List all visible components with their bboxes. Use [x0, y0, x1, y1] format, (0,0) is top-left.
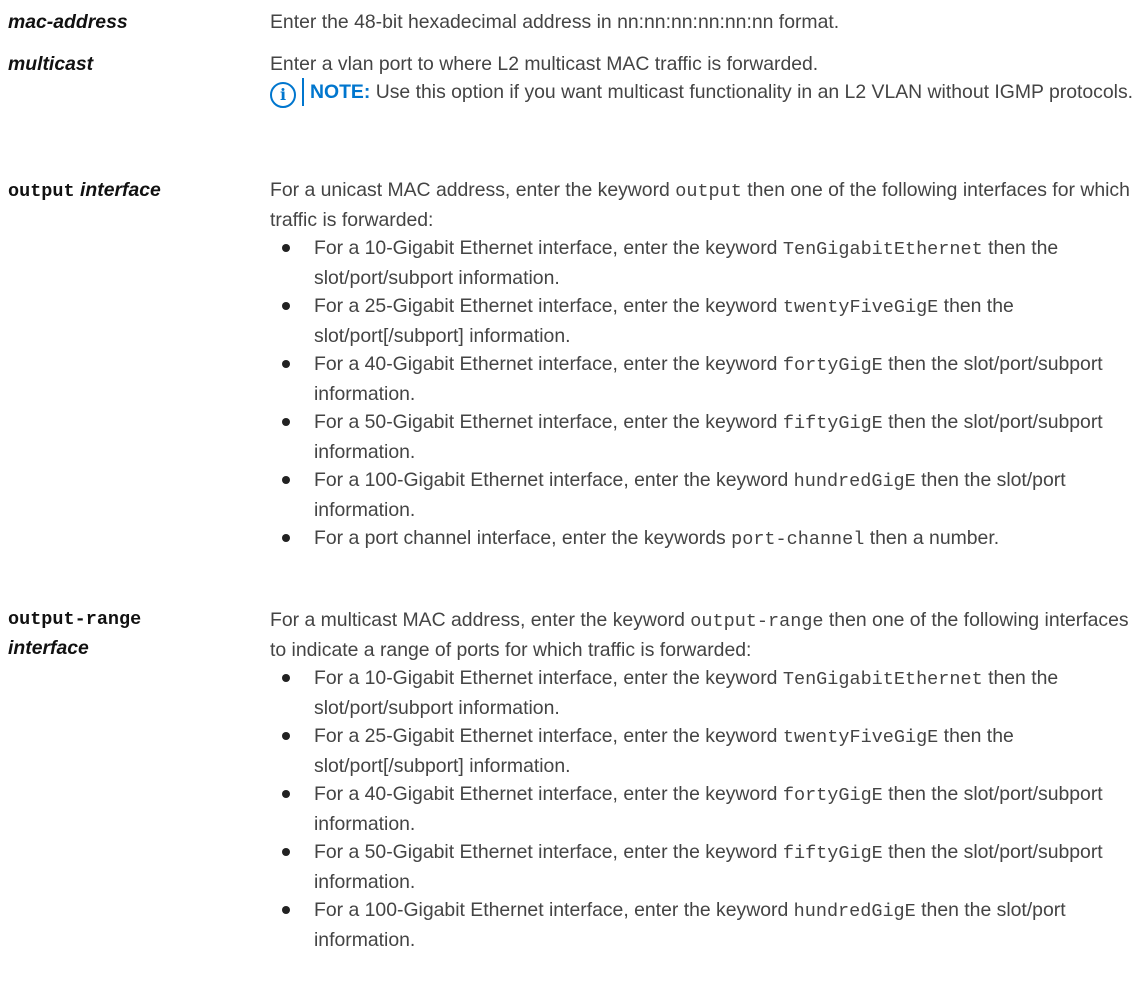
param-name: mac-address — [8, 11, 128, 33]
intro-text: For a multicast MAC address, enter the k… — [270, 609, 691, 631]
param-keyword: output-range — [8, 609, 142, 630]
param-term: multicast — [8, 50, 270, 108]
list-item: For a 50-Gigabit Ethernet interface, ent… — [278, 408, 1138, 466]
param-intro: For a multicast MAC address, enter the k… — [270, 606, 1138, 664]
inline-keyword: hundredGigE — [793, 901, 916, 922]
list-item: For a 40-Gigabit Ethernet interface, ent… — [278, 780, 1138, 838]
note-box: i NOTE: Use this option if you want mult… — [270, 78, 1138, 108]
item-text: For a 40-Gigabit Ethernet interface, ent… — [314, 353, 783, 375]
param-row-mac-address: mac-address Enter the 48-bit hexadecimal… — [8, 8, 1138, 36]
item-text: For a 25-Gigabit Ethernet interface, ent… — [314, 725, 783, 747]
inline-keyword: twentyFiveGigE — [782, 297, 939, 318]
list-item: For a port channel interface, enter the … — [278, 524, 1138, 554]
list-item: For a 25-Gigabit Ethernet interface, ent… — [278, 292, 1138, 350]
param-description: For a multicast MAC address, enter the k… — [270, 606, 1138, 954]
list-item: For a 40-Gigabit Ethernet interface, ent… — [278, 350, 1138, 408]
param-term: output-range interface — [8, 606, 270, 954]
param-row-output-range: output-range interface For a multicast M… — [8, 606, 1138, 954]
inline-keyword: fortyGigE — [782, 355, 883, 376]
param-keyword: output — [8, 181, 75, 202]
item-text: For a 10-Gigabit Ethernet interface, ent… — [314, 237, 783, 259]
param-term: mac-address — [8, 8, 270, 36]
note-text: Use this option if you want multicast fu… — [370, 81, 1134, 103]
list-item: For a 10-Gigabit Ethernet interface, ent… — [278, 234, 1138, 292]
param-row-output: output interface For a unicast MAC addre… — [8, 176, 1138, 554]
item-text: For a 50-Gigabit Ethernet interface, ent… — [314, 841, 783, 863]
list-item: For a 100-Gigabit Ethernet interface, en… — [278, 896, 1138, 954]
param-term: output interface — [8, 176, 270, 554]
param-description: Enter the 48-bit hexadecimal address in … — [270, 11, 840, 33]
param-argument: interface — [80, 179, 161, 201]
intro-text: For a unicast MAC address, enter the key… — [270, 179, 676, 201]
param-description: For a unicast MAC address, enter the key… — [270, 176, 1138, 554]
item-text: For a 100-Gigabit Ethernet interface, en… — [314, 469, 794, 491]
inline-keyword: hundredGigE — [793, 471, 916, 492]
inline-keyword: output — [675, 181, 742, 202]
bullet-list: For a 10-Gigabit Ethernet interface, ent… — [270, 664, 1138, 954]
inline-keyword: fiftyGigE — [782, 413, 883, 434]
item-text: For a 40-Gigabit Ethernet interface, ent… — [314, 783, 783, 805]
item-text: then a number. — [864, 527, 1000, 549]
inline-keyword: TenGigabitEthernet — [782, 669, 983, 690]
list-item: For a 25-Gigabit Ethernet interface, ent… — [278, 722, 1138, 780]
list-item: For a 50-Gigabit Ethernet interface, ent… — [278, 838, 1138, 896]
param-argument: interface — [8, 637, 89, 659]
inline-keyword: TenGigabitEthernet — [782, 239, 983, 260]
inline-keyword: twentyFiveGigE — [782, 727, 939, 748]
inline-keyword: port-channel — [731, 529, 865, 550]
inline-keyword: fortyGigE — [782, 785, 883, 806]
param-description-text: Enter a vlan port to where L2 multicast … — [270, 53, 819, 75]
info-icon: i — [270, 82, 296, 108]
param-description: Enter a vlan port to where L2 multicast … — [270, 50, 1138, 108]
bullet-list: For a 10-Gigabit Ethernet interface, ent… — [270, 234, 1138, 554]
list-item: For a 100-Gigabit Ethernet interface, en… — [278, 466, 1138, 524]
note-label: NOTE: — [310, 81, 371, 103]
param-row-multicast: multicast Enter a vlan port to where L2 … — [8, 50, 1138, 108]
inline-keyword: fiftyGigE — [782, 843, 883, 864]
item-text: For a port channel interface, enter the … — [314, 527, 732, 549]
list-item: For a 10-Gigabit Ethernet interface, ent… — [278, 664, 1138, 722]
note-body: NOTE: Use this option if you want multic… — [302, 78, 1133, 106]
item-text: For a 50-Gigabit Ethernet interface, ent… — [314, 411, 783, 433]
item-text: For a 10-Gigabit Ethernet interface, ent… — [314, 667, 783, 689]
item-text: For a 25-Gigabit Ethernet interface, ent… — [314, 295, 783, 317]
param-intro: For a unicast MAC address, enter the key… — [270, 176, 1138, 234]
inline-keyword: output-range — [690, 611, 824, 632]
param-name: multicast — [8, 53, 94, 75]
item-text: For a 100-Gigabit Ethernet interface, en… — [314, 899, 794, 921]
